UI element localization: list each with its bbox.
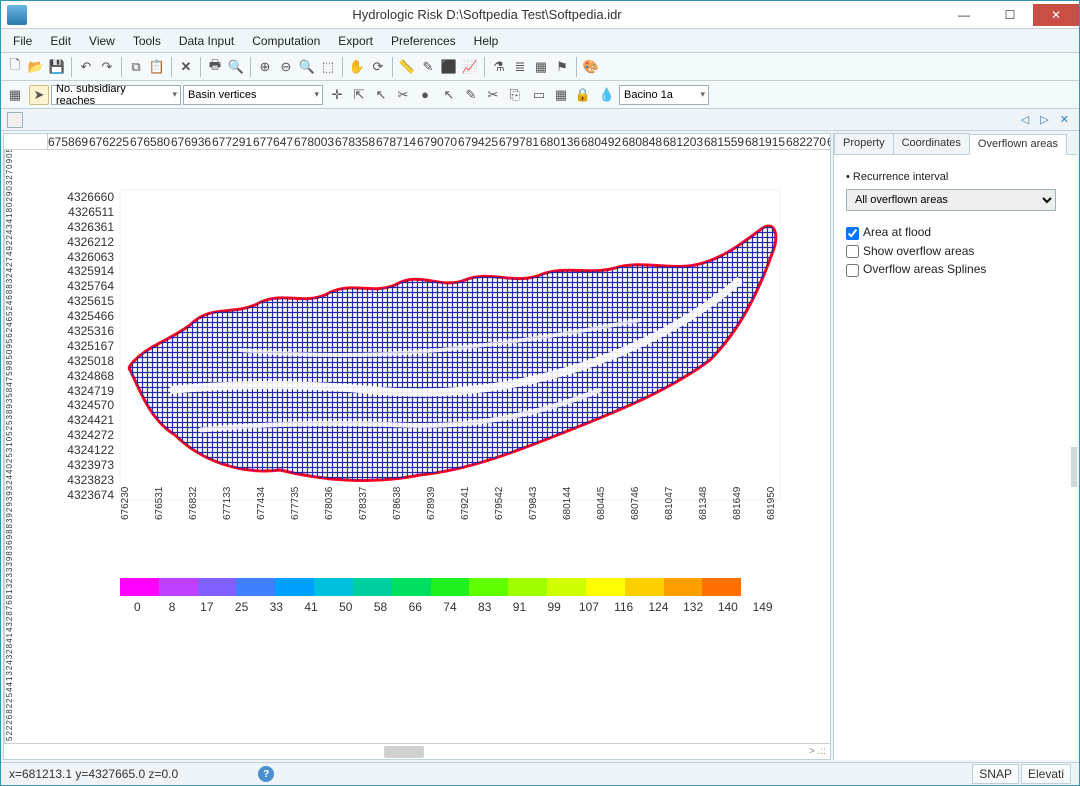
help-icon[interactable]: ? [258,766,274,782]
refresh-icon[interactable]: ⟳ [368,57,388,77]
tab-coordinates[interactable]: Coordinates [893,133,970,154]
window-title: Hydrologic Risk D:\Softpedia Test\Softpe… [33,7,941,22]
select-icon[interactable]: ↖ [439,85,459,105]
basin-map-svg [20,150,800,710]
toolbar-secondary: ▦ ➤ No. subsidiary reaches Basin vertice… [1,81,1079,109]
zoomin-icon[interactable]: ⊕ [255,57,275,77]
colorbar-labels: 0817253341505866748391991071161241321401… [120,600,780,614]
titlebar: Hydrologic Risk D:\Softpedia Test\Softpe… [1,1,1079,29]
print-icon[interactable]: 🖶 [205,57,225,77]
left-ruler: 5222682254413243284143287681323339836988… [4,150,20,743]
checkbox-splines[interactable]: Overflow areas Splines [846,262,1065,277]
table-icon[interactable]: ▦ [5,85,25,105]
document-tab[interactable] [7,112,23,128]
profile-icon[interactable]: 📈 [460,57,480,77]
menu-help[interactable]: Help [466,32,507,50]
menu-datainput[interactable]: Data Input [171,32,242,50]
save-icon[interactable]: 💾 [47,57,67,77]
grid-icon[interactable]: ▦ [531,57,551,77]
zoomfit-icon[interactable]: 🔍 [297,57,317,77]
side-panel: Property Coordinates Overflown areas Rec… [833,133,1077,760]
paste-icon[interactable]: 📋 [147,57,167,77]
main-area: 6758696762256765806769366772916776476780… [1,131,1079,763]
checkbox-overflow[interactable]: Show overflow areas [846,244,1065,259]
grid2-icon[interactable]: ▦ [551,85,571,105]
top-ruler: 6758696762256765806769366772916776476780… [4,134,830,150]
checkbox-flood[interactable]: Area at flood [846,225,1065,240]
redo-icon[interactable]: ↷ [97,57,117,77]
tab-overflown[interactable]: Overflown areas [969,134,1067,155]
maximize-button[interactable]: ☐ [987,4,1033,26]
addline-icon[interactable]: ⇱ [349,85,369,105]
menu-tools[interactable]: Tools [125,32,169,50]
open-icon[interactable]: 📂 [26,57,46,77]
addpoint-icon[interactable]: ✛ [327,85,347,105]
menu-export[interactable]: Export [330,32,381,50]
panel-collapse-handle[interactable] [1071,447,1077,487]
palette-icon[interactable]: 🎨 [581,57,601,77]
subsidiary-dropdown[interactable]: No. subsidiary reaches [51,85,181,105]
edit2-icon[interactable]: ✎ [461,85,481,105]
side-tabs: Property Coordinates Overflown areas [834,133,1077,155]
zoomout-icon[interactable]: ⊖ [276,57,296,77]
undo-icon[interactable]: ↶ [76,57,96,77]
node-icon[interactable]: ● [415,85,435,105]
menu-computation[interactable]: Computation [244,32,328,50]
copy-icon[interactable]: ⧉ [126,57,146,77]
menu-edit[interactable]: Edit [42,32,79,50]
document-tabbar: ◁ ▷ ✕ [1,109,1079,131]
flag-icon[interactable]: ⚑ [552,57,572,77]
select-region-icon[interactable]: ⬛ [439,57,459,77]
status-snap[interactable]: SNAP [972,764,1019,784]
cut2-icon[interactable]: ✂ [483,85,503,105]
pan-icon[interactable]: ✋ [347,57,367,77]
tab-property[interactable]: Property [834,133,894,154]
close-button[interactable]: ✕ [1033,4,1079,26]
preview-icon[interactable]: 🔍 [226,57,246,77]
colorbar [120,578,780,596]
new-icon[interactable]: 🗋 [5,57,25,77]
tab-nav-arrows[interactable]: ◁ ▷ ✕ [1021,113,1073,126]
app-window: Hydrologic Risk D:\Softpedia Test\Softpe… [0,0,1080,786]
status-elevati[interactable]: Elevati [1021,764,1071,784]
lock-icon[interactable]: 🔒 [573,85,593,105]
overflown-dropdown[interactable]: All overflown areas [846,189,1056,211]
horizontal-scrollbar[interactable]: > .:: [4,743,830,759]
measure-icon[interactable]: 📏 [397,57,417,77]
split-icon[interactable]: ⎘ [505,85,525,105]
canvas-panel: 6758696762256765806769366772916776476780… [3,133,831,760]
app-icon [7,5,27,25]
menubar: File Edit View Tools Data Input Computat… [1,29,1079,53]
layers-icon[interactable]: ≣ [510,57,530,77]
move-icon[interactable]: ↖ [371,85,391,105]
drops-icon[interactable]: 💧 [597,85,617,105]
basin-dropdown[interactable]: Basin vertices [183,85,323,105]
delete-icon[interactable]: ✕ [176,57,196,77]
statusbar: x=681213.1 y=4327665.0 z=0.0 ? SNAP Elev… [1,763,1079,785]
pointer-icon[interactable]: ➤ [29,85,49,105]
cut-icon[interactable]: ✂ [393,85,413,105]
recurrence-label: Recurrence interval [846,171,1065,183]
edit-icon[interactable]: ✎ [418,57,438,77]
menu-file[interactable]: File [5,32,40,50]
zoomwindow-icon[interactable]: ⬚ [318,57,338,77]
minimize-button[interactable]: — [941,4,987,26]
menu-view[interactable]: View [81,32,123,50]
bacino-dropdown[interactable]: Bacino 1a [619,85,709,105]
menu-preferences[interactable]: Preferences [383,32,464,50]
status-coordinates: x=681213.1 y=4327665.0 z=0.0 [9,767,178,781]
toolbar-main: 🗋 📂 💾 ↶ ↷ ⧉ 📋 ✕ 🖶 🔍 ⊕ ⊖ 🔍 ⬚ ✋ ⟳ 📏 ✎ ⬛ 📈 … [1,53,1079,81]
side-content: Recurrence interval All overflown areas … [834,155,1077,760]
plot-area[interactable]: 4326660432651143263614326212432606343259… [20,150,830,743]
filter-icon[interactable]: ⚗ [489,57,509,77]
basin-icon[interactable]: ▭ [529,85,549,105]
